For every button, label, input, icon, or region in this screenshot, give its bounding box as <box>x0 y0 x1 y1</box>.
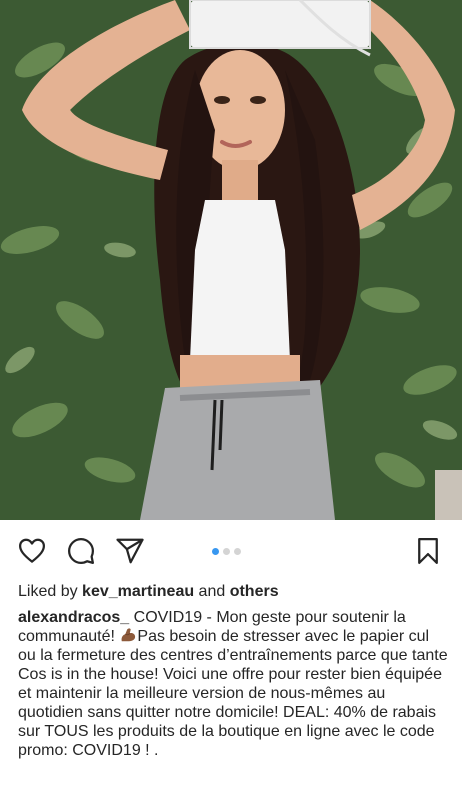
paper-plane-icon[interactable] <box>115 536 145 566</box>
carousel-dot <box>234 548 241 555</box>
likes-summary: Liked by kev_martineau and others <box>18 582 279 602</box>
comment-icon[interactable] <box>66 536 96 566</box>
caption-text-part2: Pas besoin de stresser avec le papier cu… <box>18 628 448 759</box>
flexed-biceps-icon <box>119 627 137 643</box>
post-image <box>0 0 462 520</box>
carousel-dot <box>223 548 230 555</box>
likes-middle: and <box>194 583 230 600</box>
likes-others-link[interactable]: others <box>230 583 279 600</box>
carousel-dot-active <box>212 548 219 555</box>
caption-username[interactable]: alexandracos_ <box>18 609 129 626</box>
carousel-indicator <box>212 548 241 555</box>
post-caption: alexandracos_ COVID19 - Mon geste pour s… <box>18 608 448 760</box>
bookmark-icon[interactable] <box>413 536 443 566</box>
heart-icon[interactable] <box>17 536 47 566</box>
liked-by-user-link[interactable]: kev_martineau <box>82 583 194 600</box>
likes-prefix: Liked by <box>18 583 83 600</box>
post-photo[interactable] <box>0 0 462 520</box>
